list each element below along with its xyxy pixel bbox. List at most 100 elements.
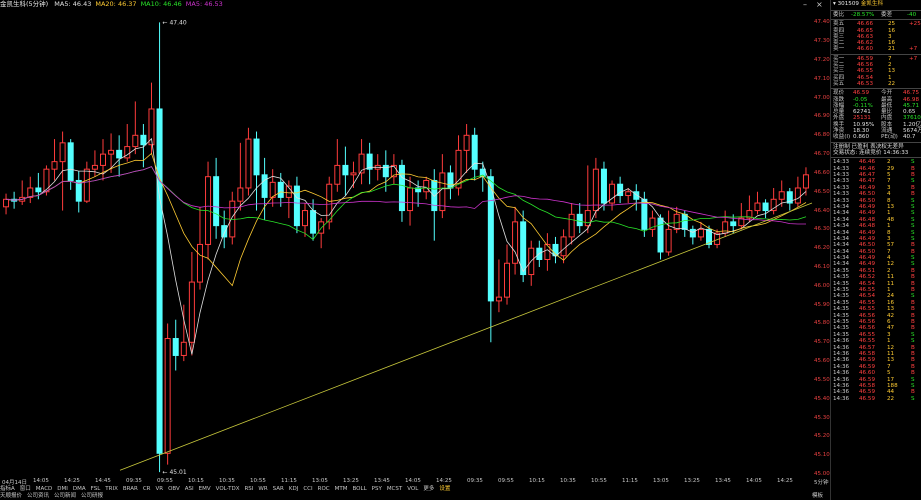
candle-body: [697, 228, 704, 238]
indicator-tab[interactable]: PSY: [372, 485, 382, 493]
indicator-tab[interactable]: 窗口: [20, 485, 31, 493]
chevron-down-icon[interactable]: ▾: [833, 1, 836, 7]
time-tick: 10:15: [529, 478, 545, 484]
panel-header: ▾ 301509 金凯生科: [831, 0, 921, 9]
indicator-tab[interactable]: ROC: [318, 485, 330, 493]
candle-body: [407, 187, 414, 212]
info-tab[interactable]: 公司资讯: [27, 493, 49, 500]
info-tab[interactable]: 公司研报: [81, 493, 103, 500]
candle-body: [802, 174, 809, 189]
candle-body: [681, 213, 688, 230]
candle-body: [544, 243, 551, 260]
time-tick: 14:25: [64, 478, 80, 484]
candle-body: [132, 134, 139, 148]
price-tick: 45.10: [814, 452, 830, 459]
kline-chart-area[interactable]: 金凯生科(5分钟) MA5: 46.43 MA20: 46.37 MA10: 46.…: [0, 0, 830, 500]
stock-code: 301509: [837, 1, 859, 7]
candle-body: [108, 149, 115, 155]
time-tick: 14:25: [777, 478, 793, 484]
candle-body: [665, 228, 672, 253]
price-tick: 46.10: [814, 264, 830, 271]
price-tick: 47.00: [814, 94, 830, 101]
candle-body: [221, 225, 228, 238]
sell-orders: 卖五 46.66 25 +25 卖四 46.65 16 卖三 46.63 3 卖二 46.62 16 卖一…: [831, 21, 921, 52]
candle-body: [91, 164, 98, 170]
time-tick: 10:55: [591, 478, 607, 484]
indicator-tab[interactable]: 更多: [423, 485, 434, 493]
candle-body: [277, 181, 284, 198]
candle-body: [794, 187, 801, 204]
time-tick: 13:25: [343, 478, 359, 484]
period-label[interactable]: 5分钟: [814, 478, 829, 486]
time-tick: 13:45: [715, 478, 731, 484]
candle-body: [196, 243, 203, 283]
order-volume: 22: [888, 80, 896, 87]
candle-body: [770, 198, 777, 212]
candle-body: [447, 172, 454, 189]
price-tick: 45.60: [814, 358, 830, 365]
indicator-tab[interactable]: BRAR: [123, 485, 138, 493]
info-tab[interactable]: 公司新闻: [54, 493, 76, 500]
price-axis: 47.40 47.30 47.20 47.10 47.00 46.90 46.80 46.70…: [814, 0, 831, 485]
stat-value: 40.7: [903, 134, 916, 141]
indicator-tab[interactable]: 指标A: [0, 485, 15, 493]
indicator-tab[interactable]: CCI: [303, 485, 312, 493]
template-button[interactable]: 模板: [812, 493, 823, 500]
indicator-tab[interactable]: VOL-TDX: [216, 485, 240, 493]
tick-time: 14:36: [833, 395, 850, 402]
time-tick: 14:25: [436, 478, 452, 484]
price-tick: 47.30: [814, 38, 830, 45]
indicator-tab[interactable]: DMI: [57, 485, 68, 493]
indicator-tab[interactable]: MCST: [387, 485, 402, 493]
candle-body: [188, 281, 195, 343]
indicator-tab[interactable]: MACD: [36, 485, 53, 493]
time-tick: 10:55: [250, 478, 266, 484]
indicator-tab[interactable]: FSL: [91, 485, 101, 493]
indicator-tab[interactable]: EMV: [199, 485, 211, 493]
candle-body: [172, 338, 179, 356]
price-tick: 47.20: [814, 57, 830, 64]
candle-body: [423, 179, 430, 193]
candle-body: [83, 168, 90, 202]
indicator-tab[interactable]: ASI: [185, 485, 194, 493]
candle-body: [778, 191, 785, 200]
candlestick-plot[interactable]: ← 47.40 ← 45.01: [0, 8, 814, 486]
indicator-tab[interactable]: TRIX: [105, 485, 118, 493]
candle-body: [584, 210, 591, 227]
indicator-tab[interactable]: SAR: [273, 485, 284, 493]
tick-row: 14:36 46.59 22 S: [831, 396, 921, 402]
candle-body: [762, 202, 769, 212]
ma-line-5: [5, 137, 807, 355]
time-tick: 09:55: [157, 478, 173, 484]
indicator-tab[interactable]: CR: [143, 485, 151, 493]
time-tick: 10:15: [188, 478, 204, 484]
price-tick: 45.80: [814, 320, 830, 327]
candle-body: [156, 108, 163, 454]
indicator-tab[interactable]: VOL: [407, 485, 418, 493]
indicator-tab[interactable]: MTM: [335, 485, 348, 493]
indicator-tab[interactable]: OBV: [168, 485, 180, 493]
time-tick: 10:35: [560, 478, 576, 484]
time-tick: 14:05: [405, 478, 421, 484]
ma-legend: MA5: 46.43 MA20: 46.37 MA10: 46.46 MA5: 46.…: [54, 0, 227, 8]
indicator-tab[interactable]: WR: [258, 485, 267, 493]
indicator-tab[interactable]: DMA: [73, 485, 86, 493]
indicator-tab[interactable]: 设置: [439, 485, 450, 493]
ma-label: MA5: 46.53: [185, 0, 223, 8]
indicator-tab[interactable]: VR: [155, 485, 163, 493]
indicator-tab[interactable]: RSI: [244, 485, 253, 493]
indicator-tab[interactable]: BOLL: [353, 485, 367, 493]
candle-body: [576, 213, 583, 227]
max-price-label: ← 47.40: [163, 19, 187, 26]
candle-body: [51, 161, 58, 170]
time-tick: 14:05: [746, 478, 762, 484]
candle-body: [350, 172, 357, 176]
ma-label: MA10: 46.46: [140, 0, 182, 8]
indicator-tab[interactable]: KDJ: [289, 485, 298, 493]
order-row: 卖一 46.60 21 +7: [831, 46, 921, 52]
time-tick: 09:35: [126, 478, 142, 484]
tick-list[interactable]: 14:33 46.46 2 S 14:33 46.46 29 B 14:33 46.47 5 B 14:…: [831, 159, 921, 402]
info-tab[interactable]: 天顺报价: [0, 493, 22, 500]
candle-body: [35, 187, 42, 193]
price-tick: 45.20: [814, 433, 830, 440]
